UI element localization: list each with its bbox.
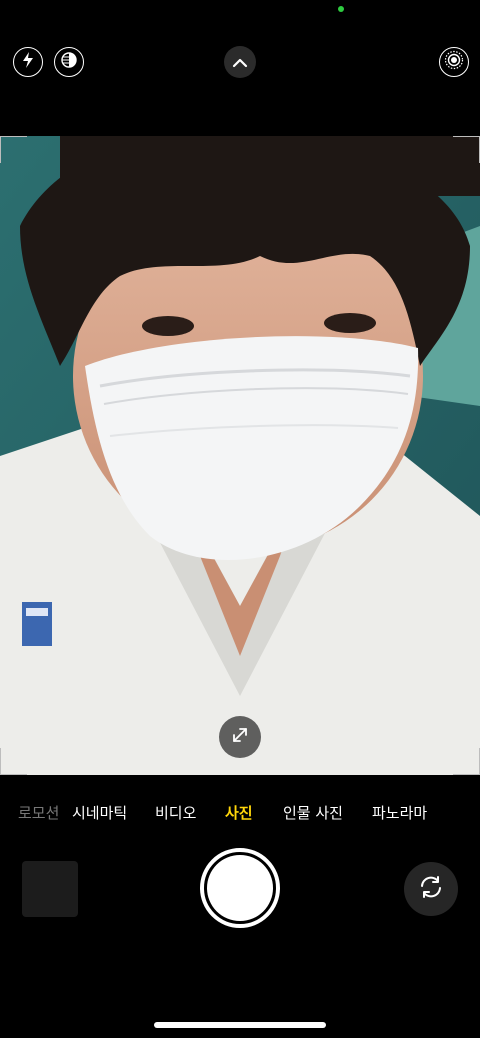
- camera-preview-image: [0, 136, 480, 775]
- home-indicator[interactable]: [154, 1022, 326, 1028]
- shutter-button[interactable]: [200, 848, 280, 928]
- camera-indicator-dot: [338, 6, 344, 12]
- flash-icon: [21, 51, 35, 73]
- expand-view-button[interactable]: [219, 716, 261, 758]
- night-mode-icon: [60, 51, 78, 73]
- viewfinder-corner-top-left: [0, 136, 27, 163]
- viewfinder-corner-bottom-right: [453, 748, 480, 775]
- mode-portrait[interactable]: 인물 사진: [283, 802, 343, 823]
- mode-cinematic[interactable]: 시네마틱: [72, 802, 127, 823]
- mode-panorama[interactable]: 파노라마: [372, 802, 427, 823]
- camera-viewfinder[interactable]: [0, 136, 480, 775]
- expand-arrows-icon: [231, 726, 249, 748]
- viewfinder-corner-top-right: [453, 136, 480, 163]
- flash-button[interactable]: [13, 47, 43, 77]
- mode-video[interactable]: 비디오: [155, 802, 196, 823]
- shutter-inner: [207, 855, 273, 921]
- mode-photo[interactable]: 사진: [225, 802, 253, 823]
- last-photo-thumbnail[interactable]: [22, 861, 78, 917]
- live-photo-icon: [444, 50, 464, 74]
- night-mode-button[interactable]: [54, 47, 84, 77]
- live-photo-button[interactable]: [439, 47, 469, 77]
- controls-toggle-button[interactable]: [224, 46, 256, 78]
- camera-flip-icon: [417, 875, 445, 903]
- mode-selector: 로모션 시네마틱 비디오 사진 인물 사진 파노라마: [0, 798, 480, 824]
- chevron-up-icon: [232, 53, 248, 72]
- flip-camera-button[interactable]: [404, 862, 458, 916]
- mode-slo-mo[interactable]: 로모션: [18, 802, 59, 823]
- viewfinder-corner-bottom-left: [0, 748, 27, 775]
